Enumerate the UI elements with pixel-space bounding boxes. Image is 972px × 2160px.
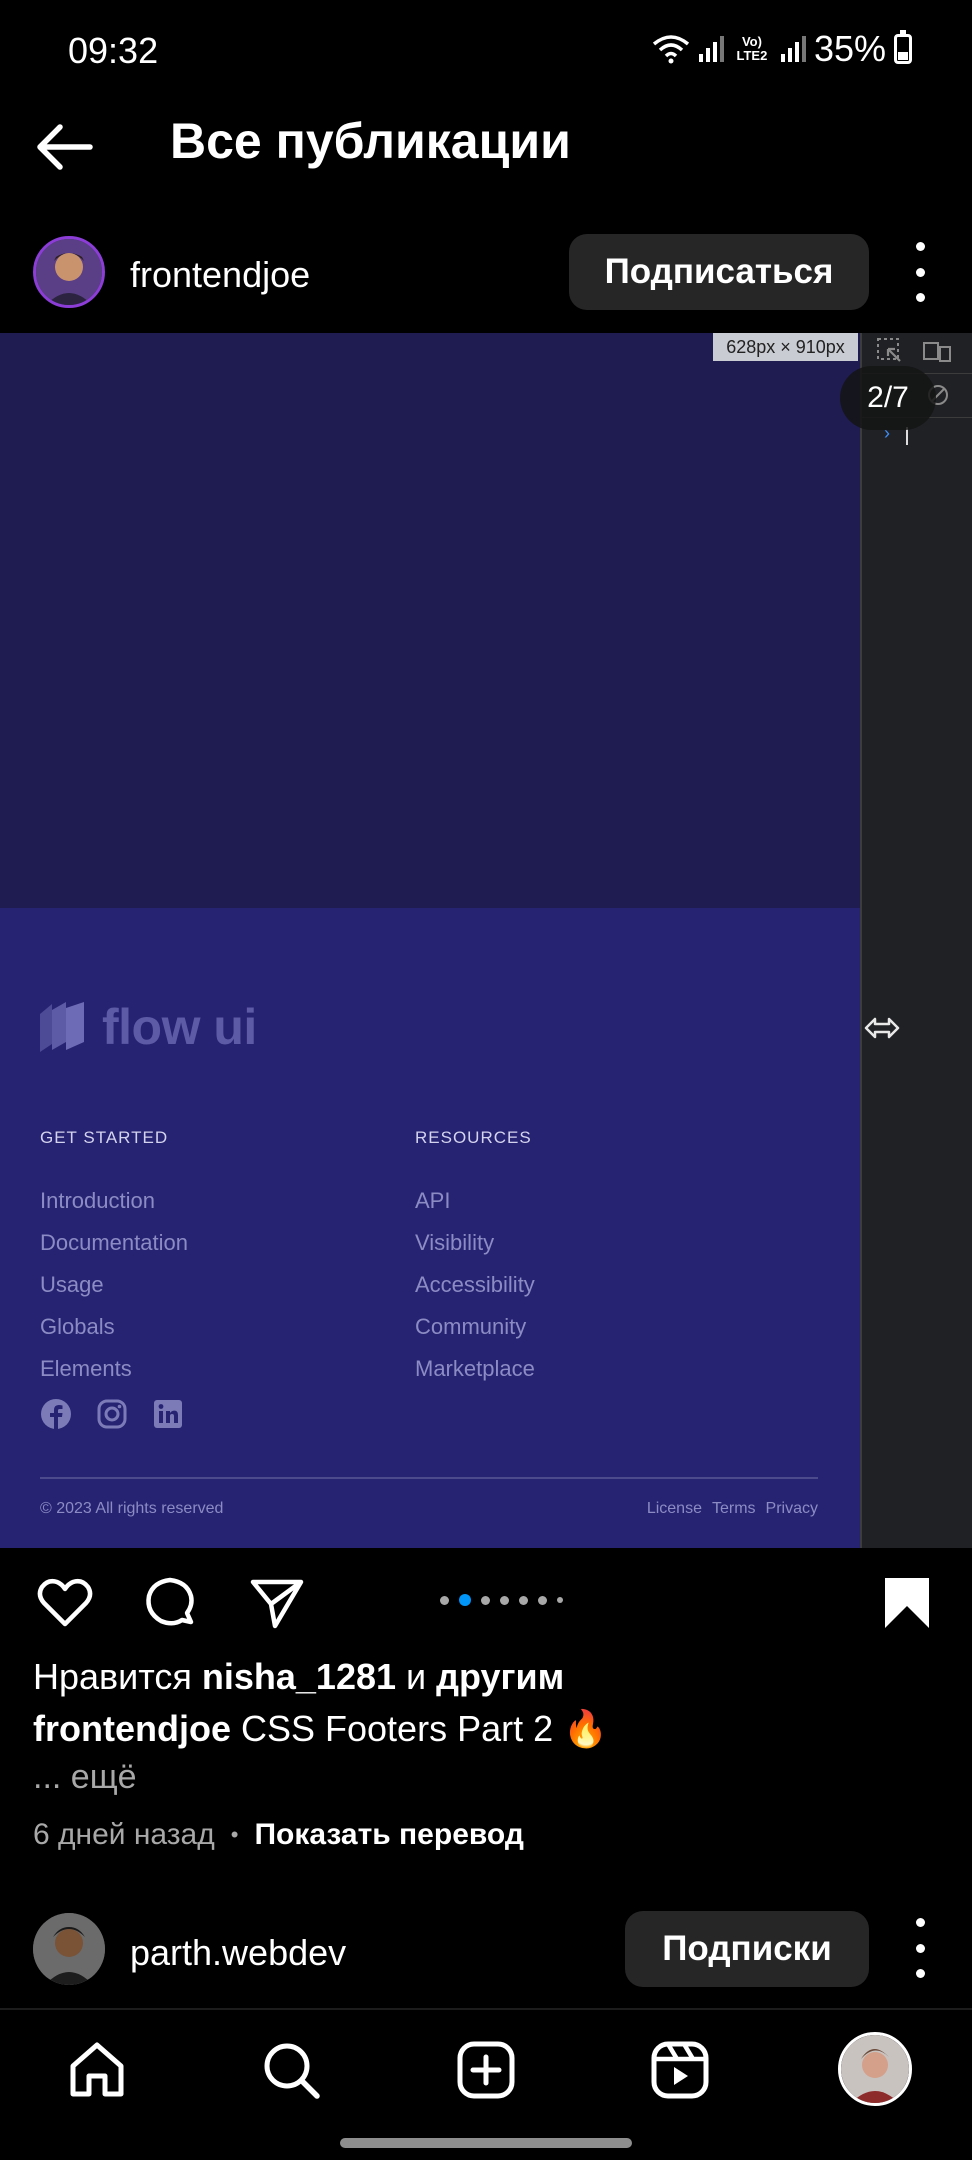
arrow-left-icon — [37, 124, 93, 170]
instagram-icon[interactable] — [96, 1398, 128, 1430]
footer-link[interactable]: Elements — [40, 1348, 188, 1390]
footer-divider — [40, 1477, 818, 1479]
device-toolbar-icon — [923, 342, 951, 362]
copyright-text: © 2023 All rights reserved — [40, 1500, 224, 1517]
bookmark-saved-icon[interactable] — [878, 1574, 936, 1632]
signal-icon-2 — [780, 36, 806, 62]
likes-others[interactable]: другим — [436, 1656, 564, 1697]
home-icon[interactable] — [67, 2040, 127, 2100]
carousel-dot — [459, 1594, 471, 1606]
home-indicator[interactable] — [340, 2138, 632, 2148]
carousel-dot — [557, 1597, 563, 1603]
column-title: GET STARTED — [40, 1128, 169, 1147]
battery-icon — [894, 30, 912, 64]
social-links — [40, 1398, 184, 1430]
footer-link[interactable]: Visibility — [415, 1222, 535, 1264]
carousel-dot — [538, 1595, 547, 1605]
footer-column-resources: RESOURCES API Visibility Accessibility C… — [415, 1128, 535, 1390]
more-options-button[interactable] — [905, 242, 935, 302]
reels-icon[interactable] — [650, 2040, 710, 2100]
linkedin-icon[interactable] — [152, 1398, 184, 1430]
legal-links: License Terms Privacy — [647, 1500, 818, 1518]
license-link[interactable]: License — [647, 1500, 702, 1518]
resize-handle-icon[interactable] — [862, 1013, 902, 1043]
preview-hero-area — [0, 333, 860, 908]
back-button[interactable] — [30, 110, 110, 190]
footer-link[interactable]: Accessibility — [415, 1264, 535, 1306]
status-indicators: Vo) LTE2 35% — [652, 28, 912, 70]
footer-link[interactable]: Community — [415, 1306, 535, 1348]
terms-link[interactable]: Terms — [712, 1500, 756, 1518]
caption-text: CSS Footers Part 2 🔥 — [241, 1708, 608, 1749]
flow-ui-logo-icon — [40, 1002, 84, 1052]
comment-icon[interactable] — [141, 1574, 199, 1632]
page-title: Все публикации — [170, 113, 571, 169]
battery-percent: 35% — [813, 28, 886, 69]
preview-footer: flow ui GET STARTED Introduction Documen… — [0, 908, 860, 1548]
status-time: 09:32 — [68, 30, 159, 71]
search-icon[interactable] — [261, 2040, 321, 2100]
meta-separator: • — [230, 1822, 239, 1847]
signal-icon — [698, 36, 724, 62]
author-avatar[interactable] — [33, 236, 105, 308]
post-media[interactable]: flow ui GET STARTED Introduction Documen… — [0, 333, 972, 1548]
footer-link[interactable]: Globals — [40, 1306, 188, 1348]
next-more-options-button[interactable] — [905, 1918, 935, 1978]
share-send-icon[interactable] — [248, 1574, 306, 1632]
network-type: Vo) LTE2 — [736, 34, 768, 63]
footer-link[interactable]: API — [415, 1180, 535, 1222]
footer-link[interactable]: Documentation — [40, 1222, 188, 1264]
like-heart-icon[interactable] — [36, 1574, 94, 1632]
footer-column-get-started: GET STARTED Introduction Documentation U… — [40, 1128, 188, 1390]
follow-button[interactable]: Подписаться — [569, 234, 869, 310]
next-post-author[interactable]: parth.webdev — [130, 1932, 346, 1974]
create-icon[interactable] — [456, 2040, 516, 2100]
caption-author[interactable]: frontendjoe — [33, 1708, 231, 1749]
liked-by-user[interactable]: nisha_1281 — [202, 1656, 396, 1697]
footer-link[interactable]: Marketplace — [415, 1348, 535, 1390]
privacy-link[interactable]: Privacy — [766, 1500, 818, 1518]
post-caption: frontendjoe CSS Footers Part 2 🔥 — [33, 1708, 608, 1750]
next-author-avatar[interactable] — [33, 1913, 105, 1985]
facebook-icon[interactable] — [40, 1398, 72, 1430]
following-button[interactable]: Подписки — [625, 1911, 869, 1987]
show-translation-link[interactable]: Показать перевод — [254, 1818, 523, 1852]
inspect-element-icon — [877, 338, 901, 362]
media-counter: 2/7 — [840, 366, 936, 430]
profile-avatar[interactable] — [838, 2032, 912, 2106]
logo-text: flow ui — [102, 999, 257, 1055]
carousel-dot — [519, 1595, 528, 1605]
carousel-indicator — [440, 1594, 563, 1606]
likes-prefix: Нравится — [33, 1656, 192, 1697]
devtools-panel: › — [860, 333, 972, 1548]
column-title: RESOURCES — [415, 1128, 532, 1147]
footer-link[interactable]: Usage — [40, 1264, 188, 1306]
caption-more-link[interactable]: ... ещё — [33, 1758, 137, 1797]
footer-link[interactable]: Introduction — [40, 1180, 188, 1222]
likes-summary[interactable]: Нравится nisha_1281 и другим — [33, 1656, 564, 1698]
flow-ui-logo: flow ui — [38, 998, 257, 1056]
carousel-dot — [481, 1595, 490, 1605]
post-author[interactable]: frontendjoe — [130, 254, 310, 296]
status-bar: 09:32 Vo) LTE2 35% — [0, 0, 972, 100]
wifi-icon — [652, 35, 690, 64]
dimension-badge: 628px × 910px — [713, 333, 858, 361]
post-timestamp: 6 дней назад — [33, 1818, 215, 1851]
likes-joiner: и — [406, 1656, 427, 1697]
carousel-dot — [500, 1595, 509, 1605]
carousel-dot — [440, 1595, 449, 1605]
post-meta: 6 дней назад • Показать перевод — [33, 1818, 524, 1852]
